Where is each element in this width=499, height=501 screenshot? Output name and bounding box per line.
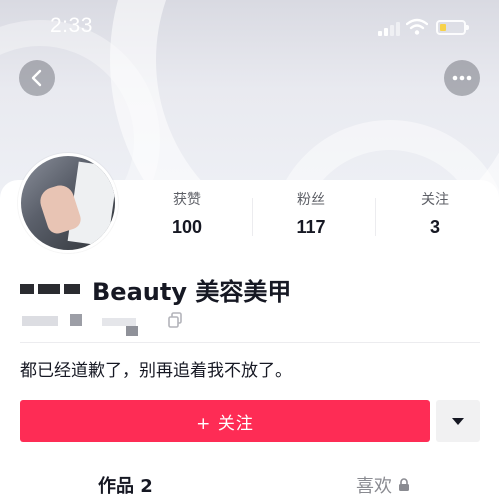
stat-label: 获赞 <box>173 192 201 208</box>
chevron-left-icon <box>31 69 42 87</box>
profile-stats: 获赞 100 粉丝 117 关注 3 <box>125 190 499 242</box>
caret-down-icon <box>452 417 464 425</box>
stat-followers[interactable]: 粉丝 117 <box>261 190 361 241</box>
redacted-text <box>20 284 34 294</box>
lock-icon <box>399 478 409 491</box>
wifi-icon <box>406 18 428 35</box>
battery-icon <box>436 20 469 35</box>
status-bar: 2:33 <box>0 0 499 56</box>
status-time: 2:33 <box>50 14 93 37</box>
profile-name-row: Beauty 美容美甲 <box>20 272 291 306</box>
redacted-text <box>38 284 60 294</box>
profile-name: Beauty 美容美甲 <box>92 277 292 306</box>
tab-likes-label: 喜欢 <box>356 476 392 497</box>
back-button[interactable] <box>19 60 55 96</box>
tab-likes[interactable]: 喜欢 <box>356 472 410 498</box>
more-button[interactable] <box>444 60 480 96</box>
more-horizontal-icon <box>452 75 472 81</box>
stat-value: 3 <box>429 217 440 237</box>
stat-divider <box>252 198 253 236</box>
stat-value: 100 <box>171 217 203 237</box>
signal-icon <box>378 22 402 36</box>
copy-icon[interactable] <box>168 312 182 328</box>
follow-button[interactable]: + 关注 <box>20 400 430 442</box>
stat-divider <box>375 198 376 236</box>
section-divider <box>20 342 480 343</box>
stat-following[interactable]: 关注 3 <box>385 190 485 241</box>
redacted-text <box>64 284 80 294</box>
stat-value: 117 <box>296 217 326 237</box>
tab-works[interactable]: 作品 2 <box>98 472 153 498</box>
more-options-button[interactable] <box>436 400 480 442</box>
stat-label: 粉丝 <box>297 192 325 208</box>
stat-likes[interactable]: 获赞 100 <box>137 190 237 241</box>
stat-label: 关注 <box>421 192 449 208</box>
profile-bio: 都已经道歉了，别再追着我不放了。 <box>20 361 292 381</box>
avatar[interactable] <box>18 153 118 253</box>
